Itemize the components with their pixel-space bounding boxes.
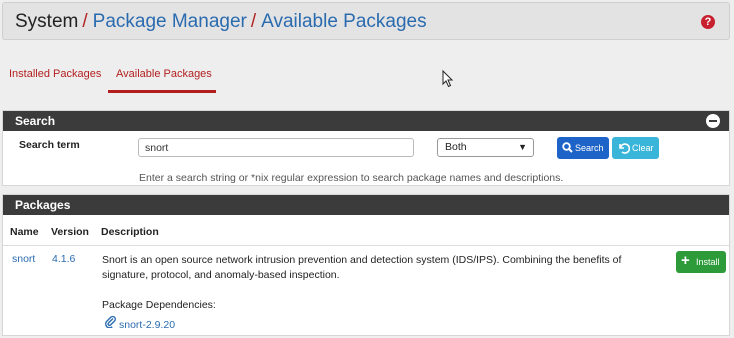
breadcrumb: System / Package Manager / Available Package… <box>15 11 427 33</box>
packages-panel-header: Packages <box>3 195 729 215</box>
search-panel: Search Search term Both ▼ Search Clear E… <box>2 110 730 186</box>
help-icon[interactable]: ? <box>701 15 715 29</box>
package-description: Snort is an open source network intrusio… <box>102 254 622 281</box>
column-header-version[interactable]: Version <box>51 226 89 238</box>
mouse-cursor-icon <box>442 70 454 88</box>
packages-panel-title: Packages <box>15 198 71 212</box>
undo-icon <box>617 137 631 166</box>
plus-icon: + <box>681 252 690 269</box>
search-term-input[interactable] <box>138 138 414 157</box>
package-name-link[interactable]: snort <box>12 253 35 265</box>
column-header-description[interactable]: Description <box>101 226 159 238</box>
search-scope-value: Both <box>445 141 467 153</box>
breadcrumb-root: System <box>15 11 79 32</box>
active-tab-indicator <box>108 90 216 93</box>
dependency-link[interactable]: snort-2.9.20 <box>104 315 175 331</box>
package-version-link[interactable]: 4.1.6 <box>52 253 75 265</box>
search-term-label: Search term <box>19 139 80 151</box>
packages-panel: Packages Name Version Description snort … <box>2 194 730 336</box>
clear-button[interactable]: Clear <box>612 137 659 159</box>
search-panel-header: Search <box>3 111 729 131</box>
search-panel-title: Search <box>15 114 56 128</box>
dependency-label: snort-2.9.20 <box>119 319 176 331</box>
breadcrumb-available-packages[interactable]: Available Packages <box>261 11 426 32</box>
install-button[interactable]: + Install <box>676 251 726 273</box>
breadcrumb-separator: / <box>82 11 88 32</box>
clear-button-label: Clear <box>632 143 654 153</box>
search-hint: Enter a search string or *nix regular ex… <box>139 172 564 184</box>
tab-available-packages[interactable]: Available Packages <box>116 68 212 80</box>
package-dependencies-label: Package Dependencies: <box>102 299 216 311</box>
breadcrumb-separator: / <box>250 11 257 32</box>
chevron-down-icon: ▼ <box>518 142 527 152</box>
magnifier-icon <box>562 137 573 166</box>
breadcrumb-bar: System / Package Manager / Available Package… <box>2 2 730 40</box>
paperclip-icon <box>104 315 117 331</box>
install-button-label: Install <box>696 257 720 267</box>
search-button[interactable]: Search <box>557 137 609 159</box>
search-scope-select[interactable]: Both ▼ <box>437 138 534 157</box>
breadcrumb-package-manager[interactable]: Package Manager <box>93 11 247 32</box>
search-button-label: Search <box>575 143 604 153</box>
minus-circle-icon[interactable] <box>706 114 720 128</box>
table-header-divider <box>3 245 729 246</box>
tab-installed-packages[interactable]: Installed Packages <box>9 68 101 80</box>
column-header-name[interactable]: Name <box>10 226 39 238</box>
